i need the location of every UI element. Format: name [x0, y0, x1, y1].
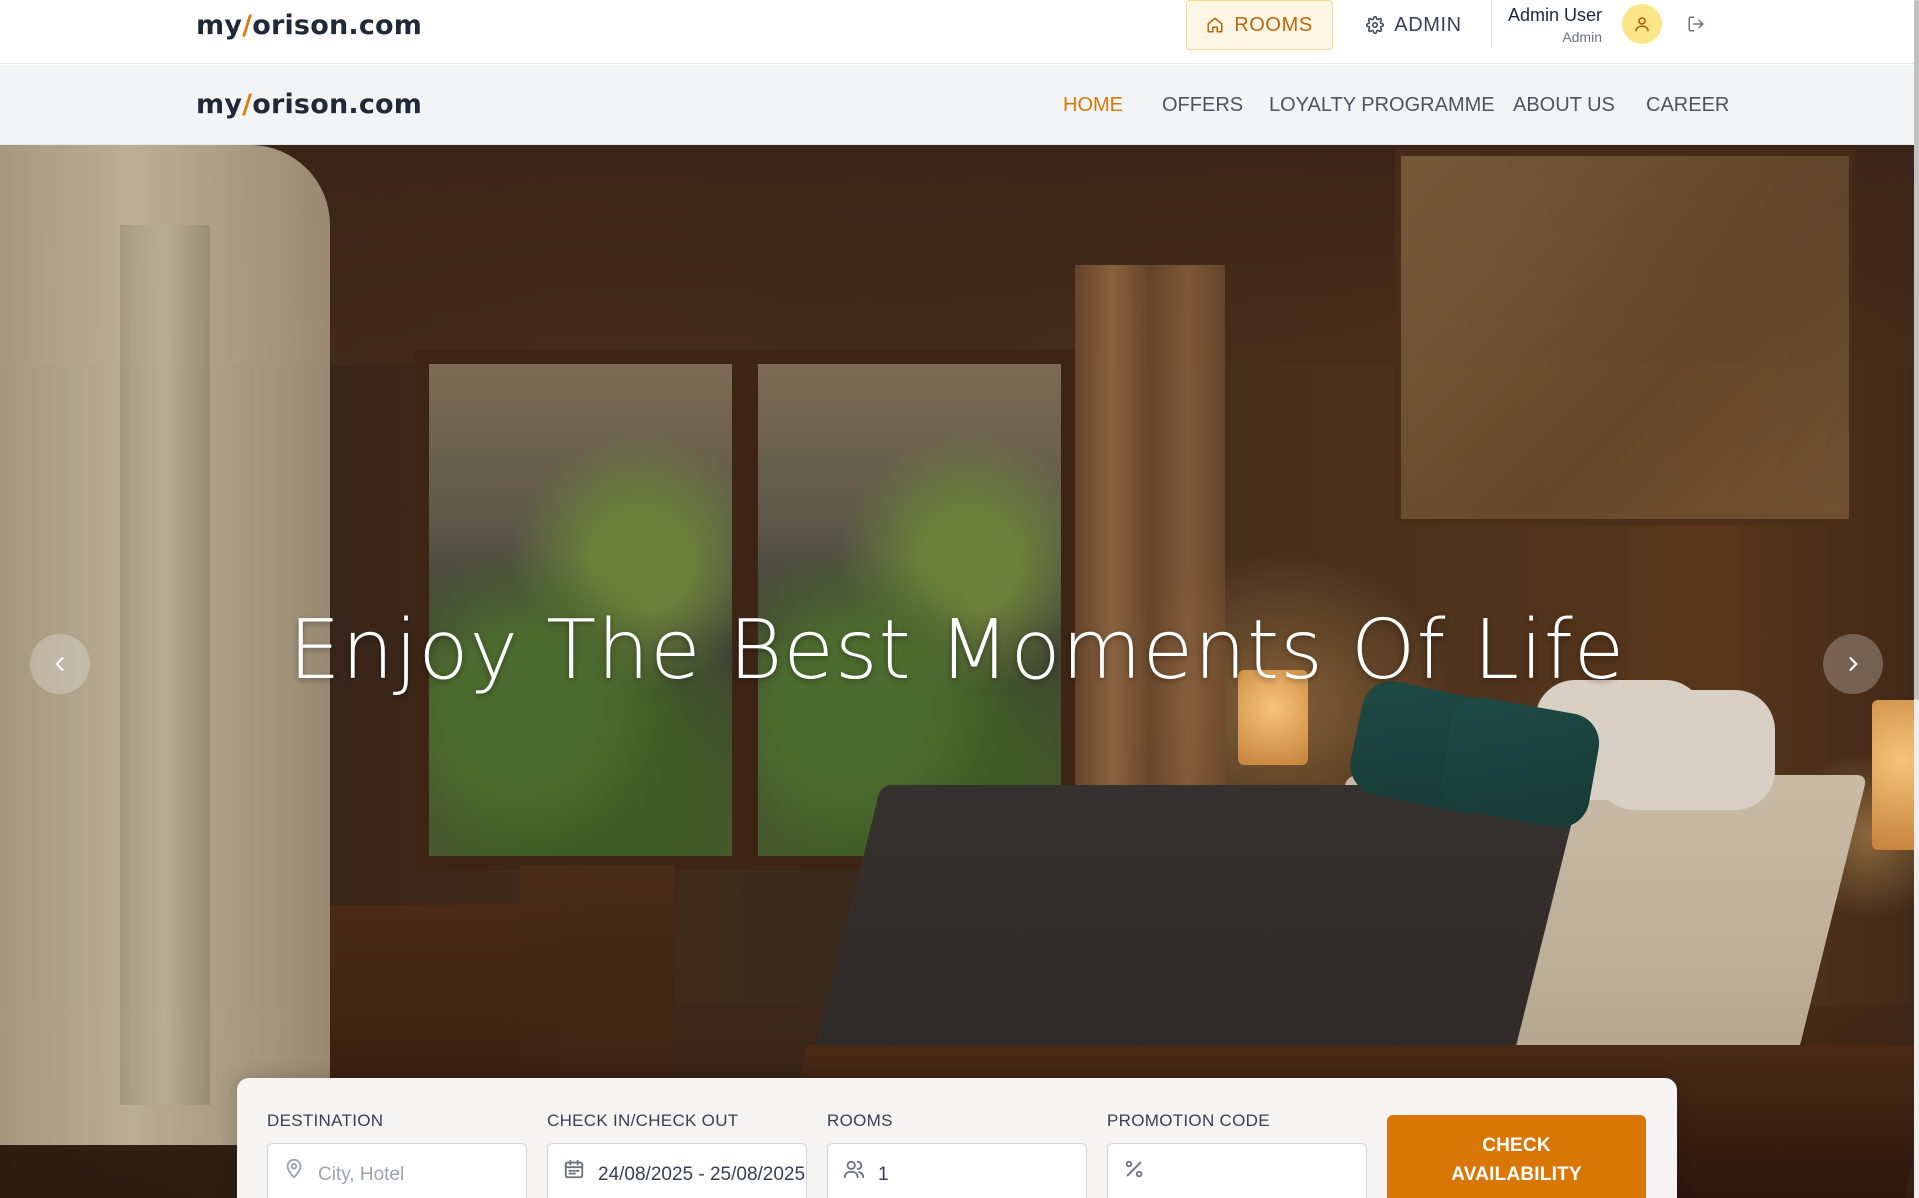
- pillow-white-2: [1595, 690, 1775, 810]
- users-icon: [843, 1160, 865, 1179]
- hero-title: Enjoy The Best Moments Of Life: [288, 603, 1626, 698]
- promo-input[interactable]: [1107, 1143, 1367, 1198]
- check-availability-button[interactable]: CHECK AVAILABILITY: [1387, 1115, 1646, 1198]
- calendar-icon: [564, 1159, 584, 1179]
- chevron-right-icon: [1849, 657, 1858, 671]
- user-role: Admin: [1562, 29, 1602, 45]
- gear-icon: [1366, 16, 1385, 34]
- logout-button[interactable]: [1686, 14, 1706, 34]
- admin-button[interactable]: ADMIN: [1360, 0, 1468, 50]
- home-icon: [1207, 17, 1223, 33]
- destination-label: DESTINATION: [267, 1111, 384, 1130]
- site-logo[interactable]: my/orison.com: [196, 10, 422, 41]
- topbar-divider: [1491, 0, 1492, 48]
- scrollbar-thumb[interactable]: [1914, 0, 1919, 700]
- nav-item-about-us[interactable]: ABOUT US: [1513, 94, 1615, 117]
- nav-logo-slash: /: [242, 89, 253, 120]
- admin-button-label: ADMIN: [1394, 13, 1462, 36]
- logout-icon: [1688, 16, 1704, 32]
- nav-item-loyalty-programme[interactable]: LOYALTY PROGRAMME: [1269, 94, 1495, 117]
- rooms-input[interactable]: 1: [827, 1143, 1087, 1198]
- rooms-label: ROOMS: [827, 1111, 893, 1130]
- chair: [520, 805, 675, 1105]
- logo-suffix: orison.com: [252, 10, 423, 41]
- destination-placeholder: City, Hotel: [318, 1164, 405, 1185]
- nav-logo-suffix: orison.com: [252, 89, 423, 120]
- carousel-prev-button[interactable]: [30, 634, 90, 694]
- user-avatar[interactable]: [1622, 4, 1662, 44]
- logo-slash: /: [242, 10, 253, 41]
- chevron-left-icon: [55, 657, 64, 671]
- carousel-next-button[interactable]: [1823, 634, 1883, 694]
- logo-prefix: my: [196, 10, 243, 41]
- rooms-button-label: ROOMS: [1234, 13, 1313, 36]
- rooms-button[interactable]: ROOMS: [1186, 0, 1333, 50]
- nav-logo[interactable]: my/orison.com: [196, 89, 422, 120]
- nav-logo-prefix: my: [196, 89, 243, 120]
- map-pin-icon: [286, 1158, 302, 1179]
- promo-label: PROMOTION CODE: [1107, 1111, 1270, 1130]
- booking-form: DESTINATION City, Hotel CHECK IN/CHECK O…: [237, 1078, 1677, 1198]
- main-navbar: my/orison.com HOME OFFERS LOYALTY PROGRA…: [0, 65, 1914, 145]
- dates-input[interactable]: 24/08/2025 - 25/08/2025: [547, 1143, 807, 1198]
- destination-input[interactable]: City, Hotel: [267, 1143, 527, 1198]
- admin-topbar: my/orison.com ROOMS ADMIN Admin User Adm…: [0, 0, 1914, 64]
- user-name: Admin User: [1507, 5, 1602, 25]
- nav-item-career[interactable]: CAREER: [1646, 94, 1729, 117]
- rooms-value: 1: [878, 1164, 889, 1185]
- percent-icon: [1125, 1160, 1143, 1178]
- wall-tapestry: [1395, 150, 1855, 525]
- floor-lamp: [1872, 700, 1914, 850]
- user-icon: [1635, 17, 1649, 32]
- hero-carousel: Enjoy The Best Moments Of Life: [0, 145, 1914, 1198]
- nav-item-offers[interactable]: OFFERS: [1162, 94, 1243, 117]
- dates-value: 24/08/2025 - 25/08/2025: [598, 1164, 806, 1185]
- dates-label: CHECK IN/CHECK OUT: [547, 1111, 739, 1130]
- nav-item-home[interactable]: HOME: [1063, 94, 1123, 117]
